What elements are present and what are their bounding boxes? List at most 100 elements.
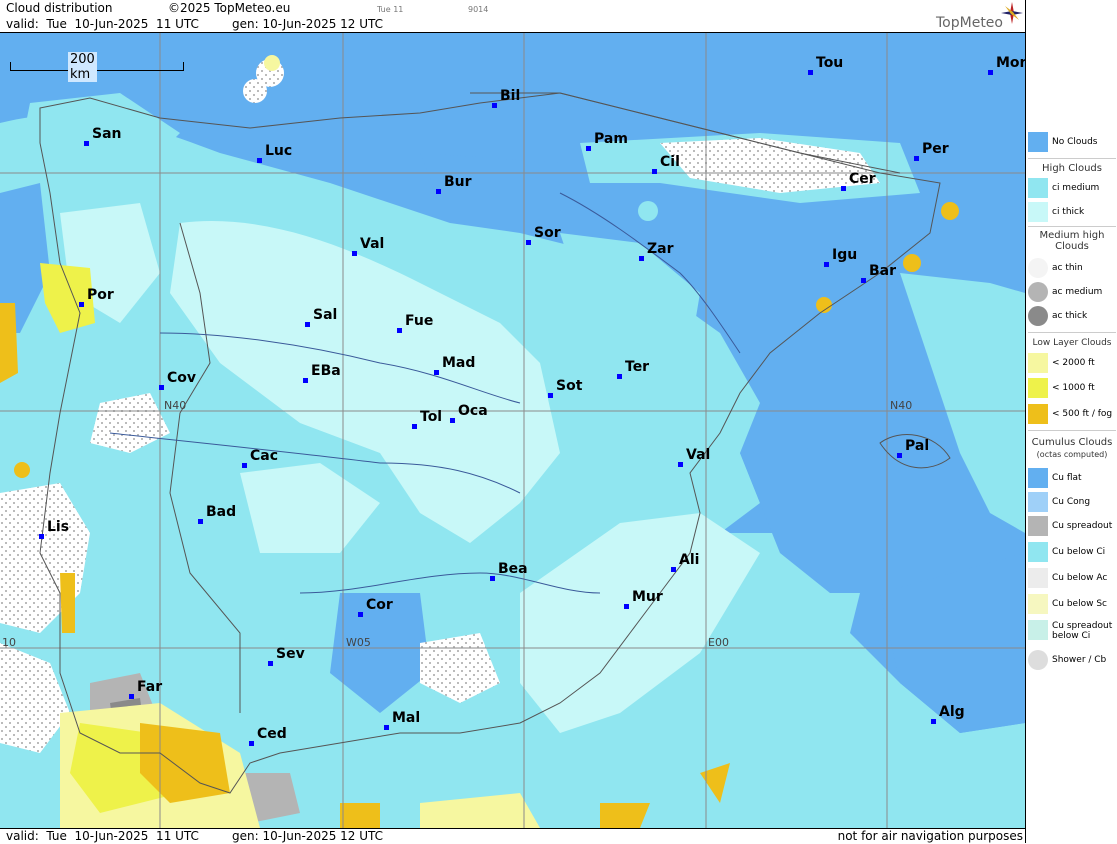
city-dot [639, 256, 644, 261]
city-marker[interactable]: Oca [450, 403, 488, 423]
legend-cu-flat: Cu flat [1028, 468, 1116, 490]
footer-valid: valid: Tue 10-Jun-2025 11 UTC [6, 829, 199, 843]
footer-notice: not for air navigation purposes [837, 829, 1023, 843]
city-dot [352, 251, 357, 256]
legend-panel: No Clouds High Clouds ci medium ci thick… [1025, 0, 1117, 843]
city-marker[interactable]: Cor [358, 597, 393, 617]
cloud-map-graphic [0, 33, 1025, 828]
swatch [1028, 620, 1048, 640]
map-code: 9014 [468, 5, 489, 14]
legend-heading: Cumulus Clouds [1031, 437, 1113, 448]
city-dot [586, 146, 591, 151]
city-marker[interactable]: Ced [249, 726, 287, 746]
city-dot [242, 463, 247, 468]
legend-cu-below-sc: Cu below Sc [1028, 594, 1116, 616]
city-dot [671, 567, 676, 572]
swatch [1028, 132, 1048, 152]
city-marker[interactable]: Lis [39, 519, 69, 539]
city-dot [358, 612, 363, 617]
city-marker[interactable]: Mad [434, 355, 475, 375]
city-marker[interactable]: Bar [861, 263, 896, 283]
city-marker[interactable]: Mur [624, 589, 663, 609]
city-dot [303, 378, 308, 383]
time-tab[interactable]: Tue 11 [377, 5, 403, 14]
city-marker[interactable]: Cov [159, 370, 196, 390]
city-marker[interactable]: Cer [841, 171, 876, 191]
city-marker[interactable]: Alg [931, 704, 965, 724]
city-dot [397, 328, 402, 333]
swatch [1028, 468, 1048, 488]
city-marker[interactable]: Bur [436, 174, 472, 194]
scale-label: 200 km [68, 52, 97, 82]
grid-label: 10 [2, 636, 16, 649]
legend-cu-spreadout: Cu spreadout [1028, 516, 1116, 538]
city-dot [914, 156, 919, 161]
legend-ac-medium: ac medium [1028, 282, 1116, 304]
city-marker[interactable]: Ter [617, 359, 649, 379]
swatch [1028, 282, 1048, 302]
city-marker[interactable]: Por [79, 287, 114, 307]
swatch [1028, 492, 1048, 512]
legend-ac-thick: ac thick [1028, 306, 1116, 328]
legend-low-2000: < 2000 ft [1028, 353, 1116, 375]
swatch [1028, 542, 1048, 562]
city-marker[interactable]: San [84, 126, 122, 146]
city-dot [129, 694, 134, 699]
city-dot [434, 370, 439, 375]
city-marker[interactable]: Cac [242, 448, 278, 468]
brand-logo: TopMeteo [936, 15, 1003, 31]
city-marker[interactable]: Val [678, 447, 710, 467]
city-dot [624, 604, 629, 609]
city-marker[interactable]: Bea [490, 561, 528, 581]
valid-time: valid: Tue 10-Jun-2025 11 UTC [6, 17, 199, 31]
grid-label: E00 [708, 636, 729, 649]
city-marker[interactable]: Mal [384, 710, 420, 730]
city-marker[interactable]: Sot [548, 378, 582, 398]
copyright: ©2025 TopMeteo.eu [168, 1, 291, 15]
legend-ac-thin: ac thin [1028, 258, 1116, 280]
city-marker[interactable]: EBa [303, 363, 341, 383]
city-marker[interactable]: Pal [897, 438, 929, 458]
city-marker[interactable]: Bil [492, 88, 520, 108]
swatch [1028, 516, 1048, 536]
city-dot [652, 169, 657, 174]
city-marker[interactable]: Tou [808, 55, 843, 75]
city-marker[interactable]: Bad [198, 504, 236, 524]
legend-heading: High Clouds [1042, 163, 1102, 174]
cloud-map[interactable]: 200 km N40 N40 W05 E00 10 Tou Mon San Lu… [0, 33, 1025, 828]
city-dot [198, 519, 203, 524]
grid-label: N40 [164, 399, 187, 412]
city-marker[interactable]: Fue [397, 313, 433, 333]
city-marker[interactable]: Zar [639, 241, 674, 261]
city-marker[interactable]: Ali [671, 552, 699, 572]
swatch [1028, 306, 1048, 326]
city-dot [841, 186, 846, 191]
legend-cu-cong: Cu Cong [1028, 492, 1116, 514]
city-marker[interactable]: Igu [824, 247, 857, 267]
city-dot [861, 278, 866, 283]
legend-cu-below-ci: Cu below Ci [1028, 542, 1116, 564]
city-marker[interactable]: Luc [257, 143, 292, 163]
city-dot [931, 719, 936, 724]
city-dot [84, 141, 89, 146]
swatch [1028, 568, 1048, 588]
city-marker[interactable]: Pam [586, 131, 628, 151]
city-marker[interactable]: Cil [652, 154, 680, 174]
legend-no-clouds: No Clouds [1028, 132, 1116, 154]
swatch [1028, 202, 1048, 222]
legend-heading: Medium high Clouds [1039, 230, 1105, 252]
city-marker[interactable]: Tol [412, 409, 442, 429]
legend-fog: < 500 ft / fog [1028, 404, 1116, 426]
legend-ci-thick: ci thick [1028, 202, 1116, 224]
city-marker[interactable]: Per [914, 141, 949, 161]
city-marker[interactable]: Far [129, 679, 162, 699]
city-dot [79, 302, 84, 307]
city-marker[interactable]: Sor [526, 225, 561, 245]
city-marker[interactable]: Mon [988, 55, 1025, 75]
city-marker[interactable]: Sal [305, 307, 337, 327]
city-dot [159, 385, 164, 390]
city-marker[interactable]: Sev [268, 646, 305, 666]
city-marker[interactable]: Val [352, 236, 384, 256]
city-dot [257, 158, 262, 163]
city-dot [897, 453, 902, 458]
